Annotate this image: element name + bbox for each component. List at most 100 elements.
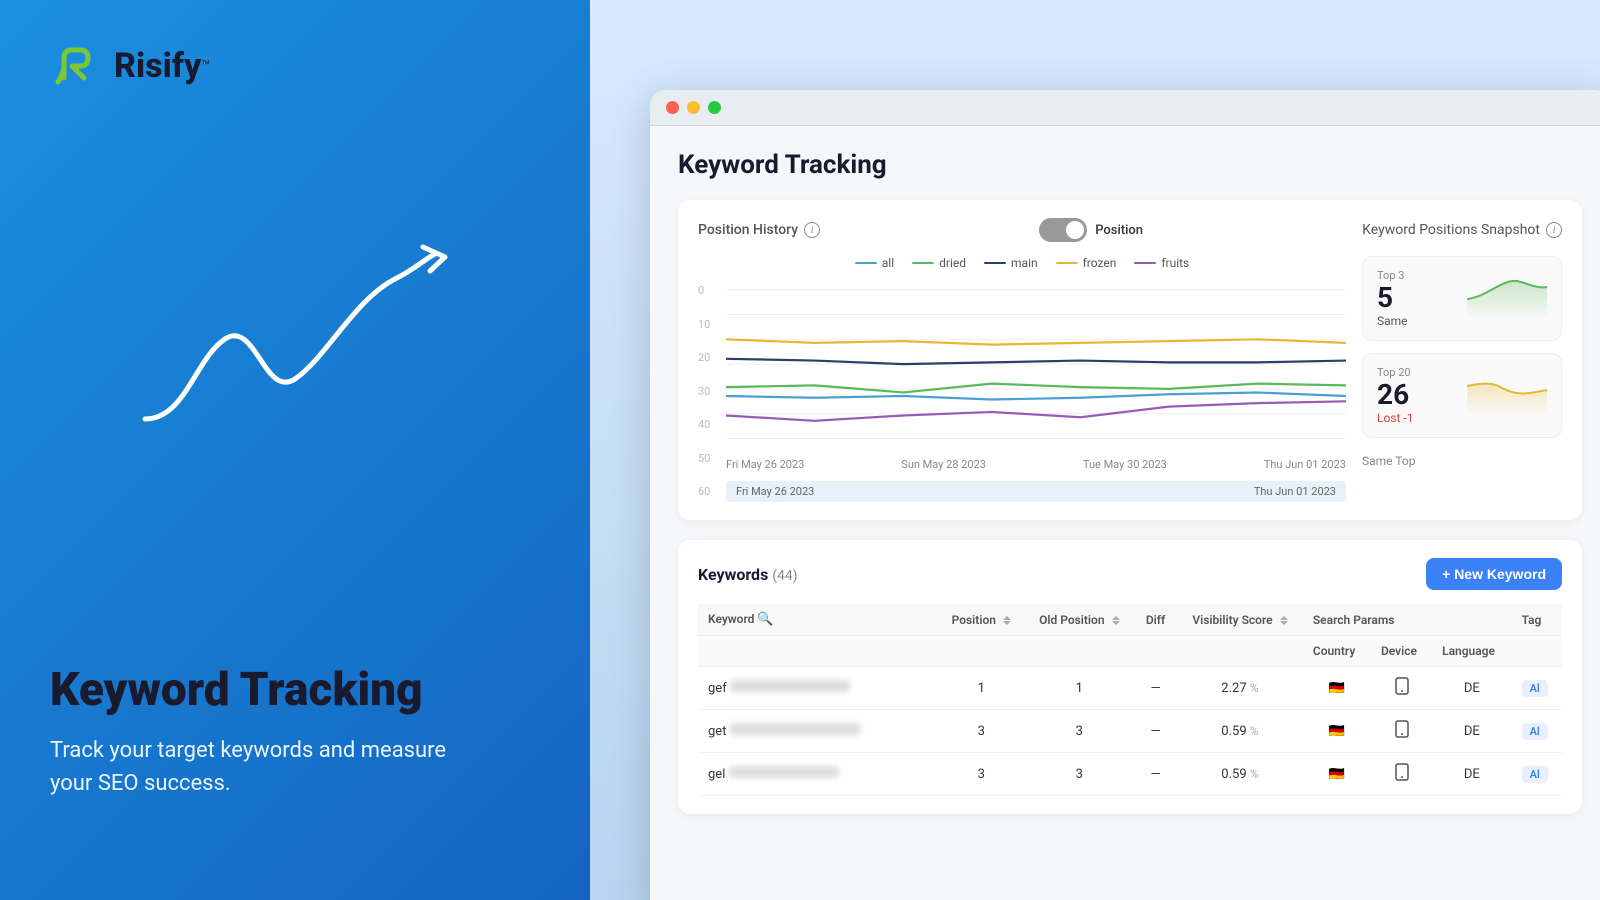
keyword-search-icon[interactable]: 🔍 — [757, 612, 773, 627]
wave-arrow-area — [50, 52, 540, 665]
legend-item-all: all — [855, 256, 894, 270]
page-title: Keyword Tracking — [678, 150, 1582, 180]
legend-item-fruits: fruits — [1134, 256, 1189, 270]
right-panel: Keyword Tracking Position History i Posi… — [590, 0, 1600, 900]
keyword-cell-2: get — [698, 710, 938, 753]
position-cell-3: 3 — [938, 753, 1025, 796]
position-history-info-icon[interactable]: i — [804, 222, 820, 238]
new-keyword-button[interactable]: + New Keyword — [1426, 558, 1562, 590]
diff-cell-1: — — [1134, 667, 1177, 710]
old-position-sort-icon[interactable] — [1112, 616, 1120, 625]
visibility-sort-icon[interactable] — [1280, 616, 1288, 625]
th-visibility: Visibility Score — [1177, 604, 1303, 636]
legend-item-frozen: frozen — [1056, 256, 1117, 270]
legend-item-main: main — [984, 256, 1038, 270]
language-cell-1: DE — [1432, 667, 1511, 710]
th-position: Position — [938, 604, 1025, 636]
keyword-cell-3: gel — [698, 753, 938, 796]
old-position-cell-3: 3 — [1025, 753, 1135, 796]
phone-icon — [1395, 677, 1409, 695]
chart-area: all dried main — [698, 256, 1562, 502]
keywords-table: Keyword 🔍 Position — [698, 604, 1562, 796]
visibility-cell-1: 2.27 % — [1177, 667, 1303, 710]
hero-text-area: Keyword Tracking Track your target keywo… — [50, 665, 540, 800]
chart-main: all dried main — [698, 256, 1346, 502]
keywords-section: Keywords (44) + New Keyword Keyword 🔍 — [678, 540, 1582, 814]
th-language: Language — [1432, 636, 1511, 667]
snapshot-card-top3: Top 3 5 Same — [1362, 256, 1562, 341]
th-tag: Tag — [1512, 604, 1562, 636]
browser-titlebar — [650, 90, 1600, 126]
y-axis-labels: 0 10 20 30 40 50 60 — [698, 280, 726, 502]
position-sort-icon[interactable] — [1003, 616, 1011, 625]
keywords-header: Keywords (44) + New Keyword — [698, 558, 1562, 590]
chart-svg — [726, 280, 1346, 450]
keywords-table-container: Keyword 🔍 Position — [698, 604, 1562, 796]
tag-cell-3: Al — [1512, 753, 1562, 796]
table-row: gel 3 3 — 0.59 % 🇩🇪 — [698, 753, 1562, 796]
snapshot-label: Keyword Positions Snapshot i — [1362, 222, 1562, 238]
language-cell-2: DE — [1432, 710, 1511, 753]
old-position-cell-2: 3 — [1025, 710, 1135, 753]
snapshot-panel: Top 3 5 Same — [1362, 256, 1562, 502]
browser-dot-green[interactable] — [708, 101, 721, 114]
snapshot-top3-chart — [1467, 269, 1547, 319]
snapshot-top3-status: Same — [1377, 314, 1408, 328]
wave-arrow-icon — [125, 239, 465, 479]
hero-subtitle: Track your target keywords and measure y… — [50, 734, 490, 800]
left-panel: Risify™ Keyword Tracking Track your targ… — [0, 0, 590, 900]
range-end-date: Thu Jun 01 2023 — [1254, 485, 1336, 498]
th-keyword: Keyword 🔍 — [698, 604, 938, 636]
toggle-label: Position — [1095, 223, 1143, 238]
legend-item-dried: dried — [912, 256, 966, 270]
device-cell-1 — [1371, 667, 1432, 710]
range-start-date: Fri May 26 2023 — [736, 485, 814, 498]
visibility-cell-2: 0.59 % — [1177, 710, 1303, 753]
keywords-count: (44) — [772, 568, 797, 584]
chart-lines-wrapper: Fri May 26 2023 Sun May 28 2023 Tue May … — [726, 280, 1346, 502]
browser-dot-red[interactable] — [666, 101, 679, 114]
th-device: Device — [1371, 636, 1432, 667]
snapshot-top20-status: Lost -1 — [1377, 411, 1413, 425]
diff-cell-3: — — [1134, 753, 1177, 796]
flag-cell-2: 🇩🇪 — [1303, 710, 1371, 753]
position-cell-1: 1 — [938, 667, 1025, 710]
phone-icon — [1395, 763, 1409, 781]
language-cell-3: DE — [1432, 753, 1511, 796]
snapshot-top20-number: 26 — [1377, 381, 1413, 409]
tag-cell-1: Al — [1512, 667, 1562, 710]
snapshot-card-top20: Top 20 26 Lost -1 — [1362, 353, 1562, 438]
chart-section: Position History i Position Keyword Posi… — [678, 200, 1582, 520]
th-country: Country — [1303, 636, 1371, 667]
phone-icon — [1395, 720, 1409, 738]
browser-dot-yellow[interactable] — [687, 101, 700, 114]
browser-window: Keyword Tracking Position History i Posi… — [650, 90, 1600, 900]
chart-svg-container: 0 10 20 30 40 50 60 — [698, 280, 1346, 502]
hero-title: Keyword Tracking — [50, 665, 540, 716]
tag-cell-2: Al — [1512, 710, 1562, 753]
diff-cell-2: — — [1134, 710, 1177, 753]
device-cell-3 — [1371, 753, 1432, 796]
position-cell-2: 3 — [938, 710, 1025, 753]
chart-range-bar[interactable]: Fri May 26 2023 Thu Jun 01 2023 — [726, 481, 1346, 502]
th-old-position: Old Position — [1025, 604, 1135, 636]
x-axis-dates: Fri May 26 2023 Sun May 28 2023 Tue May … — [726, 454, 1346, 475]
keywords-title: Keywords — [698, 565, 768, 584]
snapshot-info-icon[interactable]: i — [1546, 222, 1562, 238]
device-cell-2 — [1371, 710, 1432, 753]
old-position-cell-1: 1 — [1025, 667, 1135, 710]
keyword-cell-1: gef — [698, 667, 938, 710]
visibility-cell-3: 0.59 % — [1177, 753, 1303, 796]
same-top-label: Same Top — [1362, 450, 1562, 472]
th-diff: Diff — [1134, 604, 1177, 636]
snapshot-top3-number: 5 — [1377, 284, 1408, 312]
th-search-params: Search Params — [1303, 604, 1512, 636]
snapshot-top20-chart — [1467, 366, 1547, 416]
flag-cell-3: 🇩🇪 — [1303, 753, 1371, 796]
position-toggle-area: Position — [1039, 218, 1143, 242]
chart-header: Position History i Position Keyword Posi… — [698, 218, 1562, 242]
position-toggle-switch[interactable] — [1039, 218, 1087, 242]
table-row: get 3 3 — 0.59 % 🇩🇪 — [698, 710, 1562, 753]
table-row: gef 1 1 — 2.27 % 🇩🇪 — [698, 667, 1562, 710]
flag-cell-1: 🇩🇪 — [1303, 667, 1371, 710]
